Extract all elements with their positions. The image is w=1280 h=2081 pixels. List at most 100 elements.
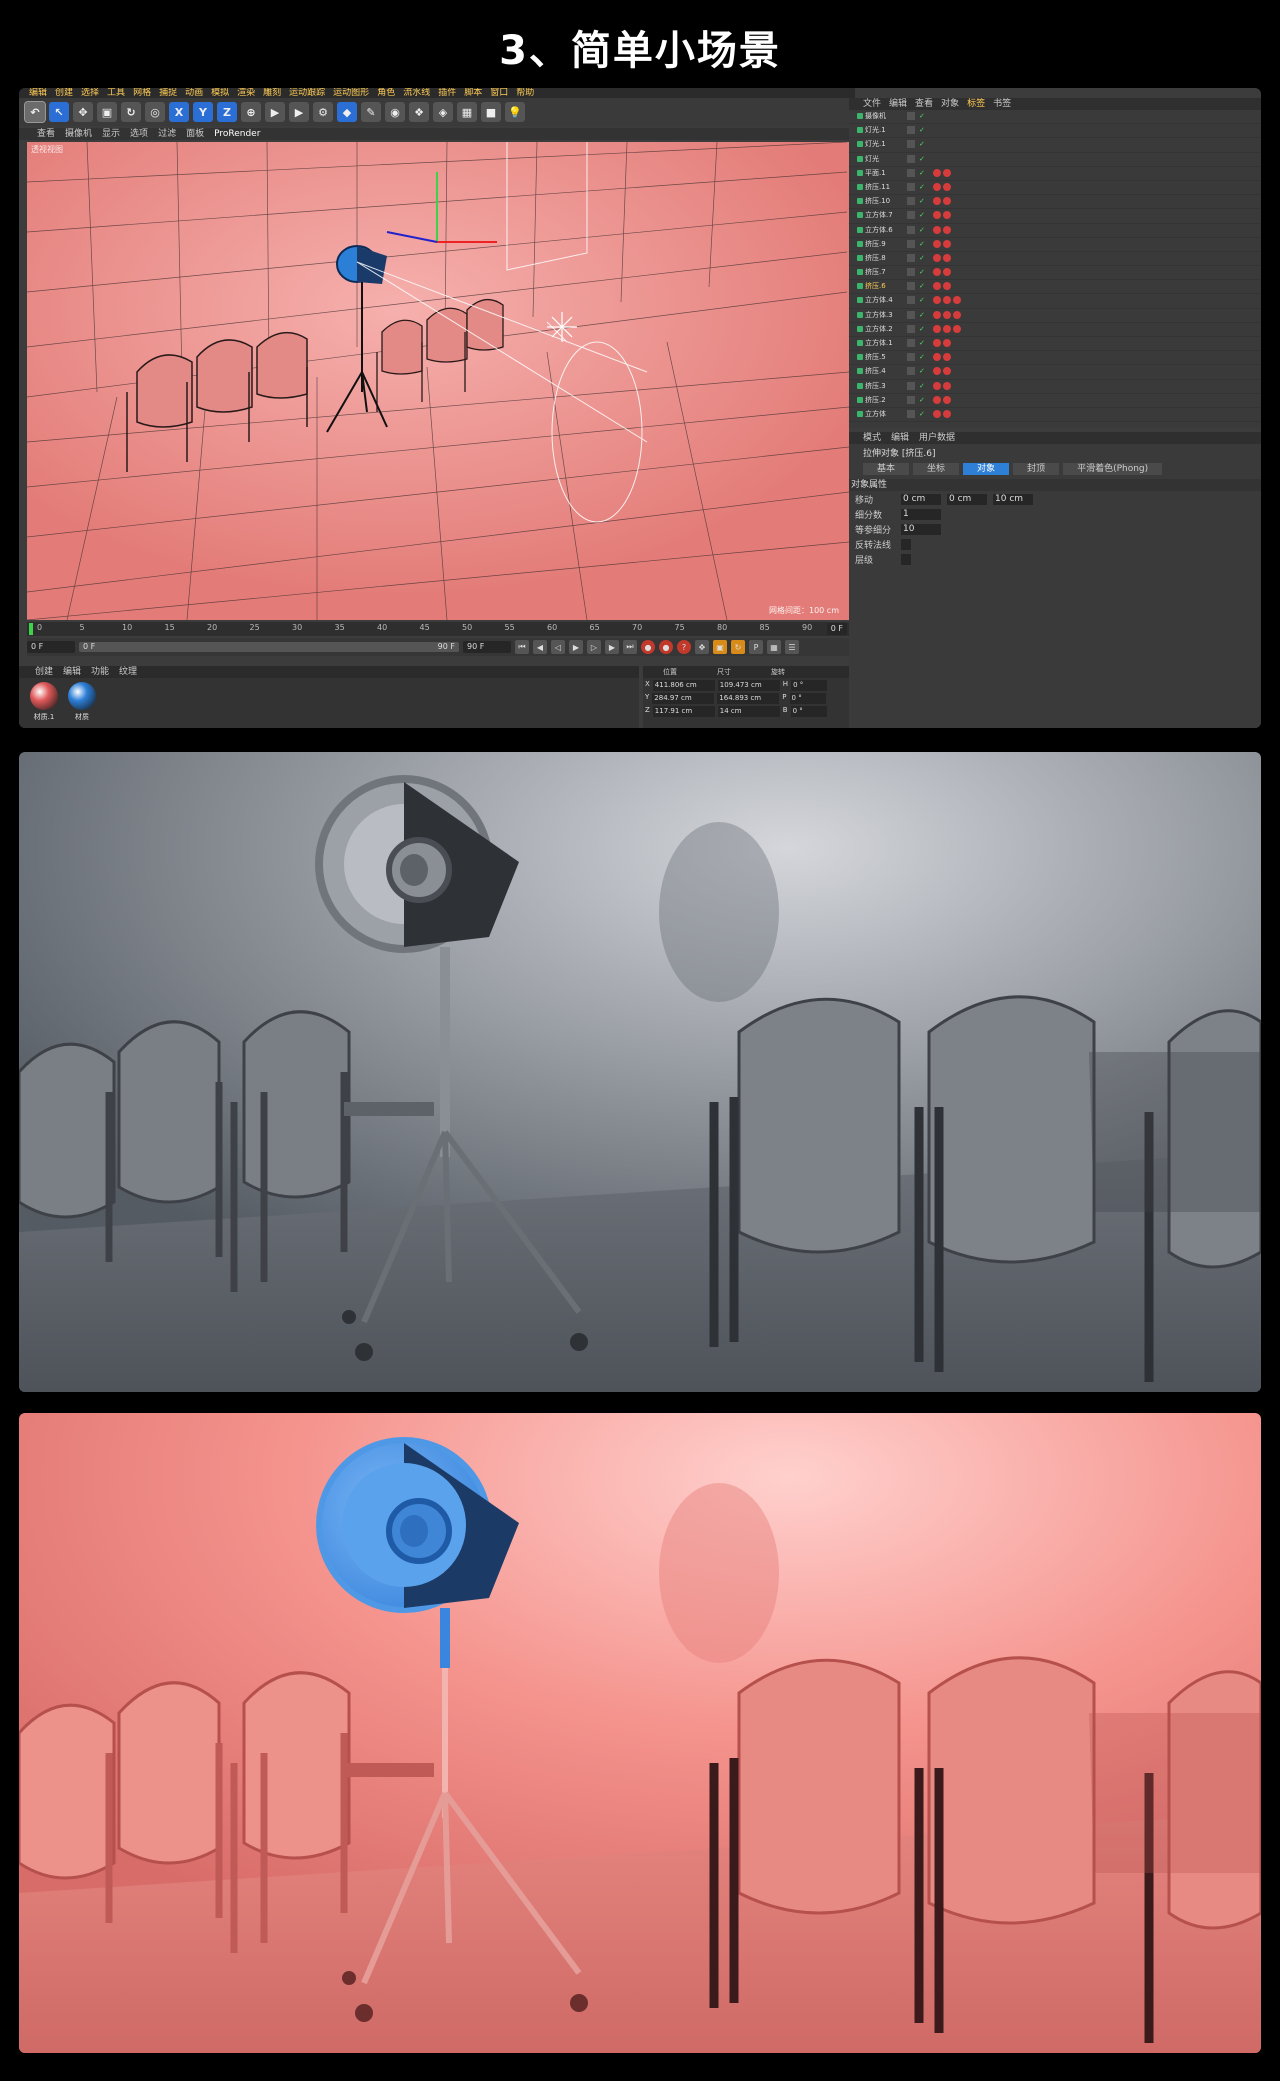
size-field[interactable]: 164.893 cm	[717, 693, 780, 704]
object-manager-tab[interactable]: 对象	[941, 98, 959, 110]
material-tag-icon[interactable]	[943, 381, 951, 390]
enabled-check-icon[interactable]: ✓	[919, 110, 925, 123]
visibility-toggle-icon[interactable]	[907, 268, 915, 277]
enabled-check-icon[interactable]: ✓	[919, 337, 925, 350]
material-tag-icon[interactable]	[933, 296, 941, 305]
scale-icon[interactable]: ▣	[97, 102, 117, 122]
menu-item[interactable]: 动画	[185, 88, 203, 98]
menu-item[interactable]: 运动图形	[333, 88, 369, 98]
prev-frame-icon[interactable]: ◁	[551, 640, 565, 654]
material-tag-icon[interactable]	[933, 182, 941, 191]
enabled-check-icon[interactable]: ✓	[919, 181, 925, 194]
object-manager-tab[interactable]: 标签	[967, 98, 985, 110]
attribute-checkbox[interactable]	[901, 539, 911, 550]
floor-icon[interactable]: ▦	[457, 102, 477, 122]
object-row[interactable]: 挤压.7 ✓	[849, 266, 1261, 281]
menu-item[interactable]: 雕刻	[263, 88, 281, 98]
playhead[interactable]	[29, 623, 33, 635]
enabled-check-icon[interactable]: ✓	[919, 365, 925, 378]
deformer-icon[interactable]: ◈	[433, 102, 453, 122]
x-axis-button[interactable]: X	[169, 102, 189, 122]
attribute-subtab[interactable]: 对象	[963, 463, 1010, 475]
y-axis-button[interactable]: Y	[193, 102, 213, 122]
visibility-toggle-icon[interactable]	[907, 154, 915, 163]
object-manager-tab[interactable]: 书签	[993, 98, 1011, 110]
rotate-key-icon[interactable]: ↻	[731, 640, 745, 654]
visibility-toggle-icon[interactable]	[907, 296, 915, 305]
enabled-check-icon[interactable]: ✓	[919, 351, 925, 364]
menu-item[interactable]: 编辑	[29, 88, 47, 98]
enabled-check-icon[interactable]: ✓	[919, 209, 925, 222]
material-tag-icon[interactable]	[933, 324, 941, 333]
viewport-menu-item[interactable]: 面板	[186, 128, 204, 140]
menu-item[interactable]: 流水线	[403, 88, 430, 98]
visibility-toggle-icon[interactable]	[907, 225, 915, 234]
object-row[interactable]: 立方体.4 ✓	[849, 294, 1261, 309]
live-select-icon[interactable]: ◎	[145, 102, 165, 122]
visibility-toggle-icon[interactable]	[907, 182, 915, 191]
select-icon[interactable]: ↖	[49, 102, 69, 122]
attribute-value-field[interactable]: 0 cm	[901, 494, 941, 505]
viewport-menu-item[interactable]: 摄像机	[65, 128, 92, 140]
material-tag-icon[interactable]	[943, 253, 951, 262]
object-row[interactable]: 立方体.3 ✓	[849, 309, 1261, 323]
material-tag-icon[interactable]	[933, 211, 941, 220]
menu-item[interactable]: 脚本	[464, 88, 482, 98]
object-row[interactable]: 挤压.2 ✓	[849, 394, 1261, 408]
goto-end-icon[interactable]: ⏭	[623, 640, 637, 654]
object-row[interactable]: 挤压.10 ✓	[849, 195, 1261, 210]
attribute-subtab[interactable]: 平滑着色(Phong)	[1063, 463, 1163, 475]
next-frame-icon[interactable]: ▷	[587, 640, 601, 654]
render-icon[interactable]: ▶	[289, 102, 309, 122]
material-tag-icon[interactable]	[943, 182, 951, 191]
camera-icon[interactable]: ■	[481, 102, 501, 122]
material-tag-icon[interactable]	[943, 211, 951, 220]
enabled-check-icon[interactable]: ✓	[919, 224, 925, 237]
material-tag-icon[interactable]	[943, 324, 951, 333]
visibility-toggle-icon[interactable]	[907, 239, 915, 248]
object-row[interactable]: 立方体.2 ✓	[849, 323, 1261, 337]
attribute-value-field[interactable]: 10 cm	[993, 494, 1033, 505]
viewport-menu-item[interactable]: 显示	[102, 128, 120, 140]
attribute-tab[interactable]: 编辑	[891, 432, 909, 444]
material-tag-icon[interactable]	[933, 395, 941, 404]
material-tab[interactable]: 编辑	[63, 666, 81, 678]
object-row[interactable]: 灯光.1 ✓	[849, 138, 1261, 153]
menu-item[interactable]: 选择	[81, 88, 99, 98]
material-tag-icon[interactable]	[943, 282, 951, 291]
material-tag-icon[interactable]	[933, 197, 941, 206]
enabled-check-icon[interactable]: ✓	[919, 294, 925, 307]
object-manager-tab[interactable]: 文件	[863, 98, 881, 110]
object-row[interactable]: 挤压.9 ✓	[849, 238, 1261, 252]
auto-key-icon[interactable]: ●	[659, 640, 673, 654]
material-tag-icon[interactable]	[933, 168, 941, 177]
material-tag-icon[interactable]	[943, 168, 951, 177]
light-icon[interactable]: 💡	[505, 102, 525, 122]
material-tag-icon[interactable]	[953, 296, 961, 305]
pla-key-icon[interactable]: ▦	[767, 640, 781, 654]
material-tag-icon[interactable]	[943, 197, 951, 206]
visibility-toggle-icon[interactable]	[907, 168, 915, 177]
enabled-check-icon[interactable]: ✓	[919, 167, 925, 180]
play-icon[interactable]: ▶	[569, 640, 583, 654]
visibility-toggle-icon[interactable]	[907, 253, 915, 262]
menu-item[interactable]: 捕捉	[159, 88, 177, 98]
material-tag-icon[interactable]	[943, 225, 951, 234]
next-key-icon[interactable]: ▶	[605, 640, 619, 654]
material-tag-icon[interactable]	[933, 409, 941, 418]
object-row[interactable]: 摄像机 ✓	[849, 110, 1261, 125]
enabled-check-icon[interactable]: ✓	[919, 280, 925, 293]
enabled-check-icon[interactable]: ✓	[919, 394, 925, 407]
material-tag-icon[interactable]	[933, 381, 941, 390]
subdivision-icon[interactable]: ◉	[385, 102, 405, 122]
material-swatch-2[interactable]: 材质	[65, 682, 99, 722]
rotation-field[interactable]: 0 °	[789, 693, 826, 704]
menu-item[interactable]: 帮助	[516, 88, 534, 98]
material-tag-icon[interactable]	[933, 282, 941, 291]
object-row[interactable]: 平面.1 ✓	[849, 167, 1261, 181]
viewport-menu-item[interactable]: 查看	[37, 128, 55, 140]
z-axis-button[interactable]: Z	[217, 102, 237, 122]
attribute-value-field[interactable]: 1	[901, 509, 941, 520]
enabled-check-icon[interactable]: ✓	[919, 408, 925, 421]
rotate-icon[interactable]: ↻	[121, 102, 141, 122]
